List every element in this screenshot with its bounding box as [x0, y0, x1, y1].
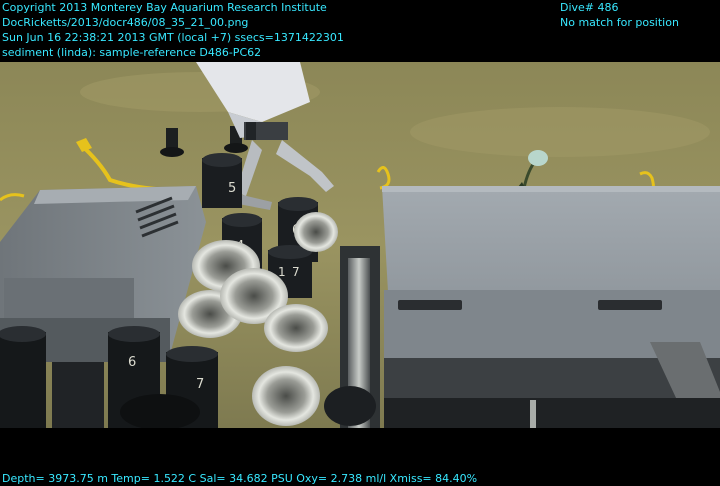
- push-core-tube: 5: [202, 153, 242, 208]
- overlay-annotation: sediment (linda): sample-reference D486-…: [2, 46, 262, 59]
- overlay-top-right: Dive# 486 No match for position: [560, 0, 679, 30]
- overlay-telemetry: Depth= 3973.75 m Temp= 1.522 C Sal= 34.6…: [2, 472, 478, 485]
- push-core-label: 7: [292, 265, 300, 279]
- overlay-position-status: No match for position: [560, 16, 679, 29]
- push-core-label: 1: [278, 265, 286, 279]
- push-core-label: 6: [128, 355, 136, 370]
- overlay-copyright: Copyright 2013 Monterey Bay Aquarium Res…: [2, 1, 327, 14]
- overlay-timestamp: Sun Jun 16 22:38:21 2013 GMT (local +7) …: [2, 31, 344, 44]
- video-frame: Copyright 2013 Monterey Bay Aquarium Res…: [0, 0, 720, 486]
- overlay-top-left: Copyright 2013 Monterey Bay Aquarium Res…: [2, 0, 344, 60]
- overlay-dive-number: Dive# 486: [560, 1, 619, 14]
- push-core-label: 7: [196, 377, 204, 392]
- seafloor-image: 5 4 6 1 7: [0, 62, 720, 428]
- push-core-label: 5: [228, 181, 236, 196]
- seafloor-scene: 5 4 6 1 7: [0, 62, 720, 428]
- overlay-filename: DocRicketts/2013/docr486/08_35_21_00.png: [2, 16, 249, 29]
